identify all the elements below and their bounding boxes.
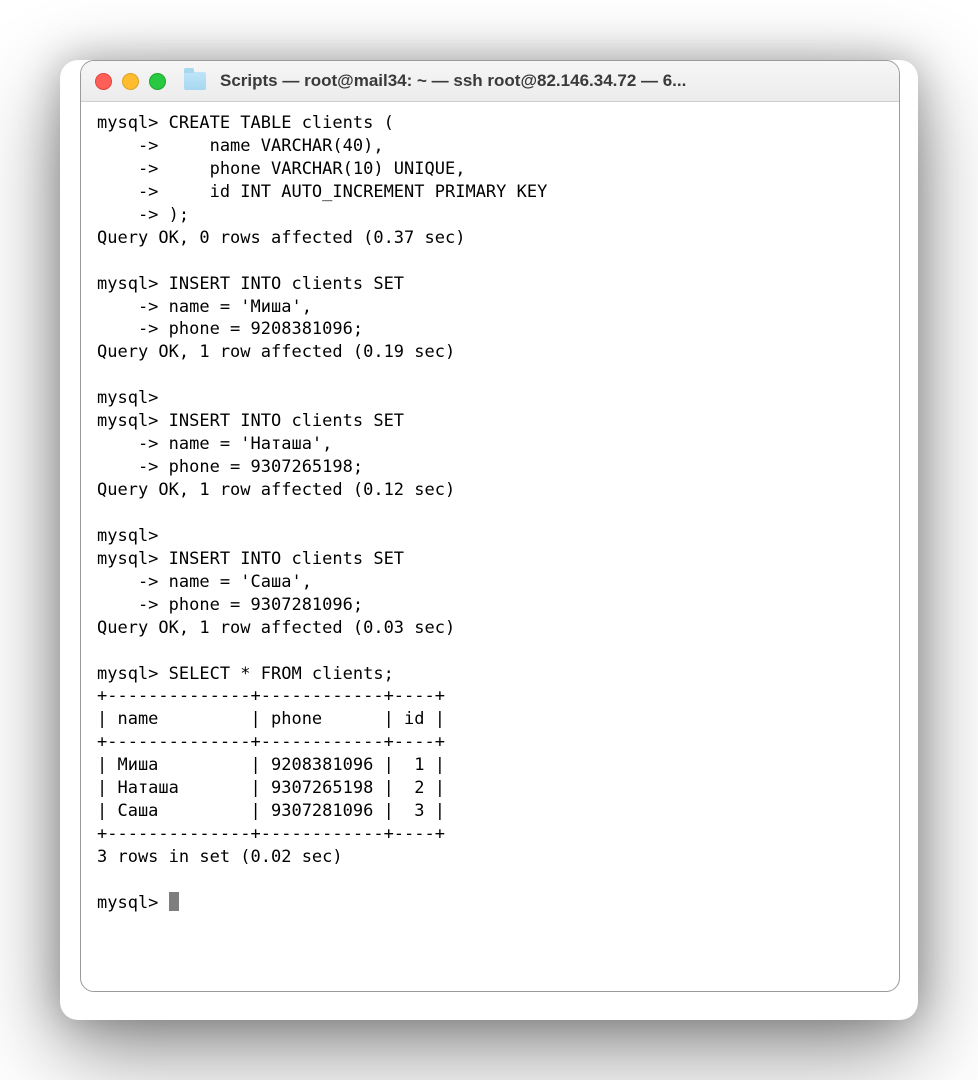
window-title: Scripts — root@mail34: ~ — ssh root@82.1… (220, 71, 885, 91)
titlebar[interactable]: Scripts — root@mail34: ~ — ssh root@82.1… (81, 61, 899, 102)
cursor-icon (169, 892, 179, 911)
close-icon[interactable] (95, 73, 112, 90)
terminal-window: Scripts — root@mail34: ~ — ssh root@82.1… (80, 60, 900, 992)
minimize-icon[interactable] (122, 73, 139, 90)
maximize-icon[interactable] (149, 73, 166, 90)
folder-icon (184, 72, 206, 90)
prompt: mysql> (97, 893, 169, 913)
terminal-body[interactable]: mysql> CREATE TABLE clients ( -> name VA… (81, 102, 899, 992)
terminal-output: mysql> CREATE TABLE clients ( -> name VA… (97, 113, 547, 867)
traffic-lights (95, 73, 166, 90)
